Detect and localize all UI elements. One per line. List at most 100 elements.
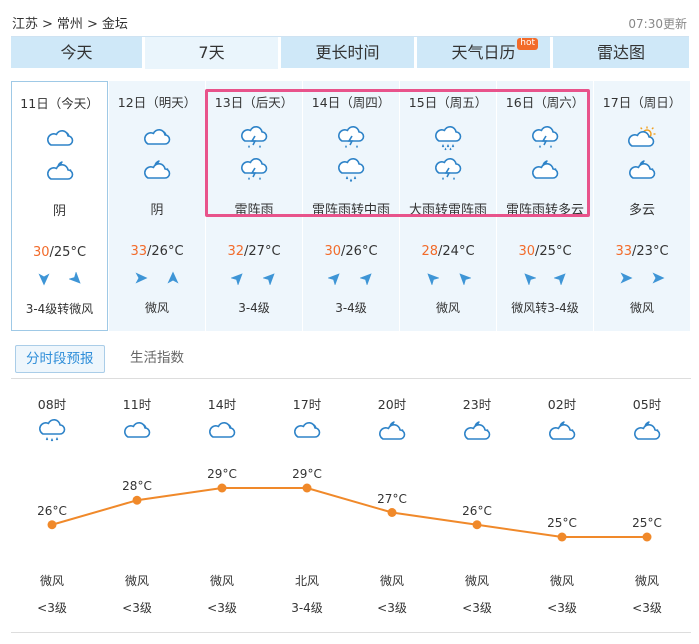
temp-low: /26°C [147, 244, 184, 259]
day-temperature: 30/26°C [303, 244, 399, 259]
hour-wind-level: <3级 [122, 601, 152, 615]
thunder-shower-icon [336, 125, 366, 149]
hour-wind-level: <3级 [207, 601, 237, 615]
hour-wind: 微风 [464, 574, 489, 588]
breadcrumb-province[interactable]: 江苏 [12, 17, 38, 32]
thunder-shower-icon [239, 125, 269, 149]
hour-wind-level: 3-4级 [291, 601, 323, 615]
temperature-curve [47, 483, 652, 542]
tab-7day[interactable]: 7天 [145, 37, 281, 69]
cloudy-night-icon [530, 157, 560, 181]
day-card[interactable]: 12日（明天） 阴 33/26°C 微风 [109, 81, 205, 331]
day-weather: 阴 [52, 204, 66, 219]
day-date: 11日（今天） [20, 96, 99, 111]
wind-directions [400, 271, 496, 285]
day-temperature: 30/25°C [12, 245, 107, 260]
wind-direction-icon [68, 272, 81, 284]
wind-direction-icon [427, 273, 439, 285]
temp-low: /27°C [244, 244, 281, 259]
hour-wind-level: <3级 [462, 601, 492, 615]
wind-direction-icon [459, 273, 471, 285]
day-card[interactable]: 17日（周日） 多云 33/23°C 微风 [594, 81, 690, 331]
day-weather: 大雨转雷阵雨 [408, 203, 487, 218]
hour-wind: 微风 [209, 574, 234, 588]
wind-directions [12, 272, 107, 286]
tab-long-range[interactable]: 更长时间 [281, 37, 417, 69]
sub-tabs: 分时段预报 生活指数 [11, 343, 691, 379]
breadcrumb-separator: > [42, 17, 53, 32]
day-wind: 微风 [435, 301, 460, 315]
hour-wind-level: <3级 [547, 601, 577, 615]
wind-directions [109, 271, 205, 285]
cloudy-icon [142, 125, 172, 149]
day-wind: 3-4级 [335, 301, 367, 315]
day-wind: 微风转3-4级 [511, 301, 579, 315]
day-date: 14日（周四） [311, 95, 391, 110]
cloudy-night-icon [45, 158, 75, 182]
hour-wind-level: <3级 [632, 601, 662, 615]
temperature-point [557, 532, 567, 542]
temp-high: 30 [518, 244, 536, 259]
day-date: 12日（明天） [117, 95, 197, 110]
hour-temp-label: 26°C [37, 503, 67, 518]
temp-high: 33 [615, 244, 633, 259]
temperature-point [642, 532, 652, 542]
forecast-tabs: 今天 7天 更长时间 天气日历 hot 雷达图 [11, 36, 689, 69]
cloudy-night-icon [547, 418, 577, 444]
hour-time: 20时 [377, 397, 407, 412]
hour-temp-label: 25°C [632, 516, 662, 530]
day-wind: 3-4级 [238, 301, 270, 315]
hour-temp-label: 29°C [292, 467, 322, 481]
thunder-shower-icon [530, 125, 560, 149]
cloudy-night-icon [632, 418, 662, 444]
temp-low: /24°C [438, 244, 475, 259]
day-card[interactable]: 13日（后天） 雷阵雨 32/27°C 3-4级 [206, 81, 302, 331]
subtab-life-index[interactable]: 生活指数 [130, 345, 184, 373]
day-card[interactable]: 14日（周四） 雷阵雨转中雨 30/26°C 3-4级 [303, 81, 399, 331]
wind-direction-icon [554, 273, 566, 285]
temperature-point [47, 520, 57, 530]
subtab-hourly[interactable]: 分时段预报 [15, 345, 105, 373]
day-date: 16日（周六） [505, 95, 585, 110]
tab-weather-calendar[interactable]: 天气日历 hot [417, 37, 553, 69]
tab-radar[interactable]: 雷达图 [553, 37, 689, 69]
wind-direction-icon [263, 273, 275, 285]
update-time: 07:30更新 [628, 17, 687, 31]
cloudy-icon [207, 418, 237, 444]
hour-temp-label: 28°C [122, 479, 152, 494]
day-weather: 多云 [628, 203, 655, 218]
cloudy-night-icon [627, 157, 657, 181]
heavy-rain-icon [433, 125, 463, 151]
seven-day-forecast: 11日（今天） 阴 30/25°C 3-4级转微风 12日（明天） 阴 33/2… [11, 81, 690, 331]
day-card[interactable]: 15日（周五） 大雨转雷阵雨 28/24°C 微风 [400, 81, 496, 331]
cloudy-night-icon [142, 157, 172, 181]
day-card[interactable]: 16日（周六） 雷阵雨转多云 30/25°C 微风转3-4级 [497, 81, 593, 331]
hour-temp-label: 29°C [207, 467, 237, 481]
hour-time: 05时 [632, 397, 662, 412]
temperature-point [472, 520, 482, 530]
day-wind: 微风 [629, 301, 654, 315]
wind-directions [594, 271, 690, 285]
day-weather: 雷阵雨转多云 [505, 203, 584, 218]
day-weather: 阴 [150, 203, 164, 218]
wind-direction-icon [135, 272, 148, 284]
day-card[interactable]: 11日（今天） 阴 30/25°C 3-4级转微风 [11, 81, 108, 331]
temp-high: 32 [227, 244, 245, 259]
cloudy-icon [45, 126, 75, 150]
breadcrumb-district: 金坛 [101, 17, 128, 32]
hour-wind: 微风 [124, 574, 149, 588]
tab-today[interactable]: 今天 [11, 37, 145, 69]
temperature-point [217, 483, 227, 493]
breadcrumb-city[interactable]: 常州 [57, 17, 83, 32]
wind-direction-icon [524, 273, 536, 285]
rain-shower-icon [37, 418, 67, 444]
hour-wind-level: <3级 [377, 601, 407, 615]
day-temperature: 32/27°C [206, 244, 302, 259]
wind-directions [497, 271, 593, 285]
day-temperature: 30/25°C [497, 244, 593, 259]
temp-high: 30 [32, 245, 50, 260]
breadcrumb-separator: > [86, 17, 98, 32]
hour-temp-label: 27°C [377, 491, 407, 506]
hourly-forecast: 08时 26°C 微风 <3级 11时 28°C 微风 <3级 14时 29°C 微风 <3级 17时 2… [11, 394, 691, 624]
divider [11, 632, 691, 633]
